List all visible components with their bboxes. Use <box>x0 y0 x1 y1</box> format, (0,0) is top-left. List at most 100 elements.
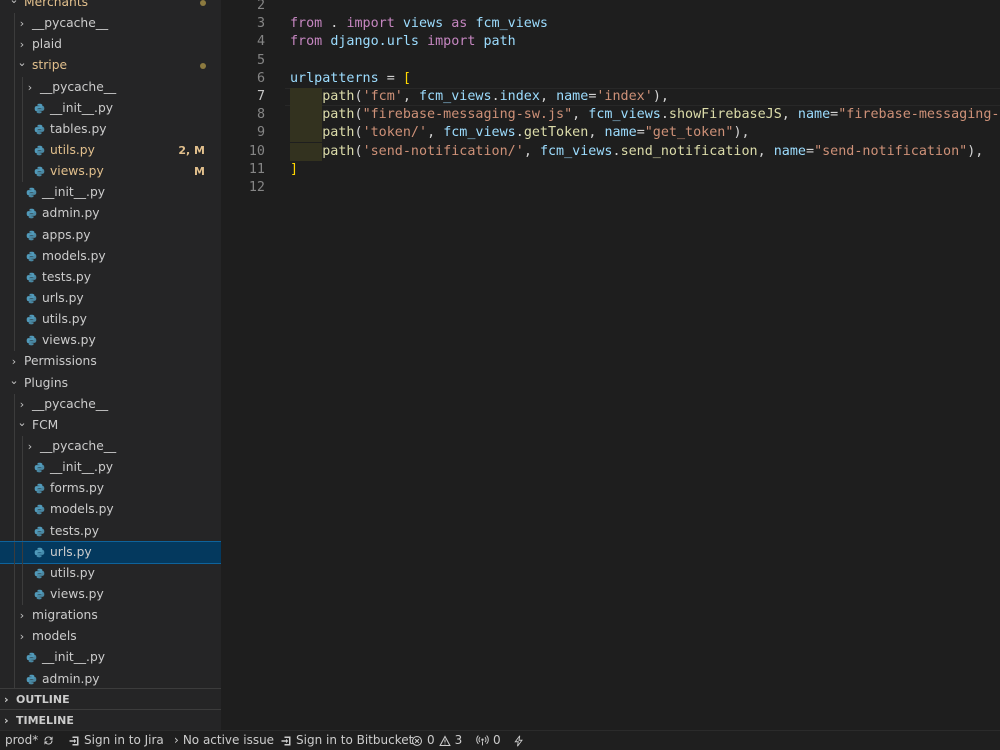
timeline-panel-header[interactable]: › TIMELINE <box>0 709 221 730</box>
active-issue[interactable]: › No active issue <box>174 731 274 750</box>
file-item[interactable]: __init__.py <box>0 457 221 479</box>
status-bar: prod* Sign in to Jira › No active issue … <box>0 730 1000 750</box>
folder-label: migrations <box>32 608 98 623</box>
code-token: ( <box>354 143 363 159</box>
file-item[interactable]: urls.py <box>0 540 221 564</box>
code-token: , <box>572 107 589 123</box>
folder-label: Merchants <box>24 0 89 9</box>
ports-indicator[interactable]: 0 <box>476 731 501 750</box>
code-token: path <box>322 125 355 141</box>
indent-guide <box>14 330 15 352</box>
code-token: . <box>322 16 347 32</box>
code-token: name <box>556 89 589 104</box>
file-item[interactable]: models.py <box>0 499 221 521</box>
file-item[interactable]: utils.py <box>0 309 221 331</box>
code-line[interactable]: 7 path('fcm', fcm_views.index, name='ind… <box>221 88 1000 106</box>
file-item[interactable]: admin.py <box>0 668 221 690</box>
file-item[interactable]: tables.py <box>0 118 221 140</box>
bitbucket-signin[interactable]: Sign in to Bitbucket <box>280 731 413 750</box>
chevron-down-icon: ⌄ <box>8 0 20 10</box>
python-file-icon <box>26 187 37 198</box>
code-token: , <box>757 143 774 159</box>
code-token: path <box>483 34 516 50</box>
git-status-badge: M <box>194 165 205 179</box>
file-item[interactable]: __init__.py <box>0 647 221 669</box>
folder-item[interactable]: › __pycache__ <box>0 435 221 458</box>
file-item[interactable]: urls.py <box>0 287 221 310</box>
code-line[interactable]: 4 from django.urls import path <box>221 33 1000 51</box>
file-tree: ⌄Merchants›__pycache__›plaid⌄stripe›__py… <box>0 0 221 711</box>
problems-indicator[interactable]: 0 3 <box>411 731 462 750</box>
folder-item[interactable]: › models <box>0 626 221 648</box>
code-token: django.urls <box>330 34 419 50</box>
folder-item[interactable]: › __pycache__ <box>0 13 221 35</box>
file-item[interactable]: utils.py 2, M <box>0 139 221 162</box>
folder-item[interactable]: ⌄ stripe <box>0 55 221 77</box>
code-token: path <box>322 107 355 123</box>
code-token: ( <box>354 125 363 141</box>
file-item[interactable]: admin.py <box>0 203 221 225</box>
code-token: import <box>346 16 395 32</box>
file-item[interactable]: views.py <box>0 583 221 606</box>
folder-label: Permissions <box>24 354 97 369</box>
file-item[interactable]: tests.py <box>0 266 221 288</box>
file-item[interactable]: views.py M <box>0 161 221 183</box>
code-line[interactable]: 11] <box>221 161 1000 179</box>
code-line[interactable]: 10 path('send-notification/', fcm_views.… <box>221 142 1000 161</box>
file-item[interactable]: apps.py <box>0 224 221 246</box>
lightning-button[interactable] <box>513 731 525 750</box>
chevron-right-icon: › <box>27 439 33 453</box>
code-line[interactable]: 8 path("firebase-messaging-sw.js", fcm_v… <box>221 106 1000 125</box>
file-item[interactable]: __init__.py <box>0 182 221 204</box>
code-line[interactable]: 6 urlpatterns = [ <box>221 70 1000 88</box>
jira-signin[interactable]: Sign in to Jira <box>68 731 164 750</box>
git-status-badge: 2, M <box>178 143 205 157</box>
code-line[interactable]: 9 path('token/', fcm_views.getToken, nam… <box>221 124 1000 143</box>
file-label: __init__.py <box>50 460 114 475</box>
folder-item[interactable]: › migrations <box>0 605 221 627</box>
folder-item[interactable]: ⌄ Plugins <box>0 373 221 394</box>
code-token: , <box>588 125 605 141</box>
file-label: utils.py <box>50 142 95 157</box>
code-editor[interactable]: 2 3 from . import views as fcm_views 4 from … <box>221 0 1000 730</box>
code-text: path('fcm', fcm_views.index, name='index… <box>290 88 669 106</box>
code-token: urlpatterns <box>290 70 379 86</box>
branch-indicator[interactable]: prod* <box>5 731 55 750</box>
file-item[interactable]: utils.py <box>0 562 221 584</box>
indent-guide <box>14 182 15 204</box>
code-text: path('send-notification/', fcm_views.sen… <box>290 143 983 161</box>
outline-panel-header[interactable]: › OUTLINE <box>0 688 221 709</box>
folder-item[interactable]: › __pycache__ <box>0 393 221 415</box>
file-label: admin.py <box>42 671 100 686</box>
file-item[interactable]: tests.py <box>0 520 221 542</box>
folder-item[interactable]: › plaid <box>0 34 221 56</box>
line-number: 4 <box>256 34 265 50</box>
folder-item[interactable]: ⌄ Merchants <box>0 0 221 13</box>
chevron-right-icon: › <box>19 17 25 31</box>
indent-guide <box>14 97 15 119</box>
code-line[interactable]: 3 from . import views as fcm_views <box>221 15 1000 33</box>
indent-guide <box>14 245 15 267</box>
folder-item[interactable]: › __pycache__ <box>0 76 221 98</box>
code-line[interactable]: 12 <box>221 179 1000 197</box>
file-item[interactable]: forms.py <box>0 478 221 500</box>
folder-label: __pycache__ <box>32 16 109 31</box>
file-item[interactable]: __init__.py <box>0 97 221 119</box>
indent-guide <box>14 34 15 56</box>
file-item[interactable]: models.py <box>0 245 221 267</box>
code-token: , <box>402 89 419 104</box>
code-text: path("firebase-messaging-sw.js", fcm_vie… <box>290 106 1000 124</box>
code-text: path('token/', fcm_views.getToken, name=… <box>290 124 749 142</box>
folder-item[interactable]: ⌄ FCM <box>0 414 221 436</box>
code-line[interactable]: 5 <box>221 52 1000 70</box>
file-item[interactable]: views.py <box>0 330 221 352</box>
python-file-icon <box>34 145 45 156</box>
folder-item[interactable]: › Permissions <box>0 351 221 372</box>
code-token: [ <box>402 70 411 86</box>
sync-icon[interactable] <box>42 734 55 747</box>
code-token: import <box>427 34 476 50</box>
indent-guide <box>22 139 23 162</box>
code-line[interactable]: 2 <box>221 0 1000 15</box>
